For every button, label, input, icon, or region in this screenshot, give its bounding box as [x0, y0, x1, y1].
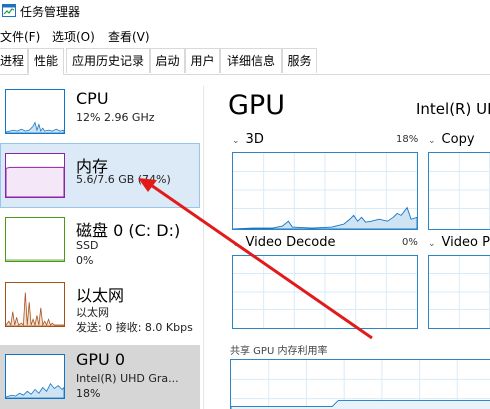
disk-thumbnail-graph	[5, 217, 65, 262]
tab-startup[interactable]: 启动	[150, 48, 185, 73]
window-title: 任务管理器	[20, 5, 81, 19]
chevron-down-icon: ⌄	[232, 136, 240, 146]
engine-3d-label[interactable]: ⌄ 3D	[232, 132, 264, 147]
cpu-thumbnail-graph	[5, 89, 65, 134]
ethernet-thumbnail-graph	[5, 282, 65, 327]
menu-options[interactable]: 选项(O)	[52, 28, 95, 45]
disk-type: SSD	[76, 239, 99, 252]
engine-video-processing-graph	[428, 255, 490, 329]
chevron-down-icon: ⌄	[428, 239, 436, 249]
tab-app-history[interactable]: 应用历史记录	[66, 48, 150, 73]
title-bar: 任务管理器	[0, 0, 490, 22]
engine-copy-name: Copy	[441, 132, 475, 147]
sidebar-item-memory[interactable]: 内存 5.6/7.6 GB (74%)	[0, 143, 200, 208]
ethernet-label: 以太网	[76, 286, 125, 305]
sidebar-divider	[203, 86, 204, 409]
performance-sidebar: CPU 12% 2.96 GHz 内存 5.6/7.6 GB (74%) 磁盘 …	[0, 80, 206, 409]
task-manager-icon	[2, 4, 16, 17]
sidebar-item-disk[interactable]: 磁盘 0 (C: D:) SSD 0%	[0, 208, 202, 272]
engine-video-decode-percent: 0%	[402, 237, 418, 248]
gpu-model-short: Intel(R) UHD Gra...	[76, 372, 179, 385]
gpu-thumbnail-graph	[5, 354, 65, 399]
engine-3d-name: 3D	[245, 132, 264, 147]
engine-copy-graph	[428, 152, 490, 230]
engine-3d-percent: 18%	[396, 134, 419, 145]
gpu-usage: 18%	[76, 387, 101, 400]
shared-gpu-memory-graph	[230, 359, 490, 409]
page-title: GPU	[228, 90, 285, 121]
sidebar-item-cpu[interactable]: CPU 12% 2.96 GHz	[0, 80, 202, 144]
tab-performance[interactable]: 性能	[28, 48, 64, 75]
cpu-detail: 12% 2.96 GHz	[76, 111, 155, 124]
tab-details[interactable]: 详细信息	[220, 48, 282, 73]
gpu-model-name: Intel(R) UHD	[416, 100, 490, 118]
disk-label: 磁盘 0 (C: D:)	[76, 221, 181, 240]
memory-detail: 5.6/7.6 GB (74%)	[76, 173, 171, 186]
tab-users[interactable]: 用户	[185, 48, 220, 73]
shared-gpu-memory-label: 共享 GPU 内存利用率	[230, 346, 328, 357]
cpu-label: CPU	[76, 89, 109, 108]
sidebar-item-ethernet[interactable]: 以太网 以太网 发送: 0 接收: 8.0 Kbps	[0, 273, 202, 337]
disk-usage: 0%	[76, 254, 94, 267]
gpu-label: GPU 0	[76, 350, 126, 369]
engine-3d-graph	[232, 152, 418, 230]
engine-video-processing-name: Video Pr	[441, 235, 490, 250]
ethernet-subtitle: 以太网	[76, 306, 109, 319]
sidebar-item-gpu[interactable]: GPU 0 Intel(R) UHD Gra... 18%	[0, 345, 200, 409]
menu-file[interactable]: 文件(F)	[0, 28, 40, 45]
engine-video-decode-name: Video Decode	[245, 235, 336, 250]
engine-video-decode-graph	[232, 255, 418, 329]
tab-processes[interactable]: 进程	[0, 48, 28, 73]
menu-bar: 文件(F) 选项(O) 查看(V)	[0, 25, 490, 45]
engine-video-decode-label[interactable]: ⌄ Video Decode	[232, 235, 335, 250]
gpu-detail-panel: GPU Intel(R) UHD ⌄ 3D 18% ⌄ Copy ⌄ Video De…	[206, 80, 490, 409]
engine-video-processing-label[interactable]: ⌄ Video Pr	[428, 235, 490, 250]
chevron-down-icon: ⌄	[232, 239, 240, 249]
chevron-down-icon: ⌄	[428, 136, 436, 146]
tab-services[interactable]: 服务	[282, 48, 317, 73]
tab-bar: 进程 性能 应用历史记录 启动 用户 详细信息 服务	[0, 48, 490, 75]
memory-thumbnail-graph	[5, 153, 65, 198]
engine-copy-label[interactable]: ⌄ Copy	[428, 132, 475, 147]
ethernet-rates: 发送: 0 接收: 8.0 Kbps	[76, 321, 193, 334]
menu-view[interactable]: 查看(V)	[108, 28, 150, 45]
